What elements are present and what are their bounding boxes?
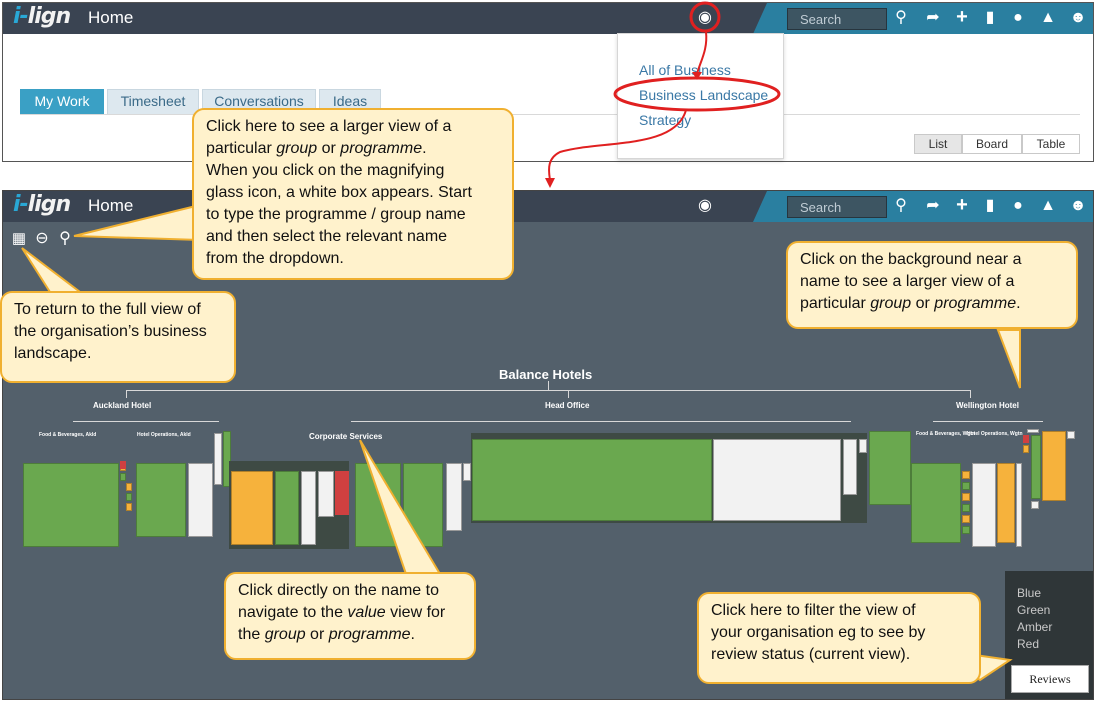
callout-name-click: Click directly on the name to navigate t…: [224, 572, 476, 660]
callout-filter: Click here to filter the view of your or…: [697, 592, 981, 684]
callout-full-view: To return to the full view of the organi…: [0, 291, 236, 383]
callout-background-click: Click on the background near a name to s…: [786, 241, 1078, 329]
callout-zoom-instructions: Click here to see a larger view of a par…: [192, 108, 514, 280]
